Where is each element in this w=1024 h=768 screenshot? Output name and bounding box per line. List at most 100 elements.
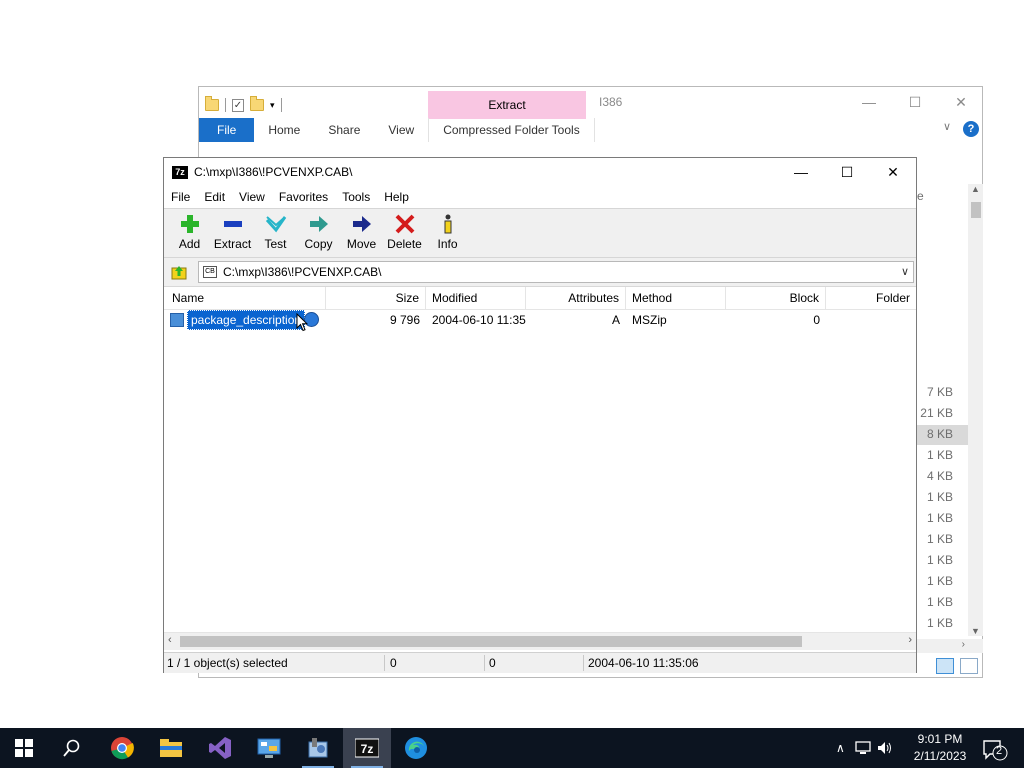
status-bar: 1 / 1 object(s) selected 0 0 2004-06-10 … xyxy=(164,652,916,673)
clock-time: 9:01 PM xyxy=(917,732,963,746)
explorer-horizontal-scrollbar[interactable]: › xyxy=(917,639,983,653)
status-date: 2004-06-10 11:35:06 xyxy=(588,656,699,670)
customize-qat-icon[interactable]: ▾ xyxy=(270,100,275,111)
delete-label: Delete xyxy=(387,237,422,251)
file-size-column: 7 KB 21 KB 8 KB 1 KB 4 KB 1 KB 1 KB 1 KB… xyxy=(909,385,969,645)
tab-file[interactable]: File xyxy=(199,118,255,142)
visual-studio-icon xyxy=(209,737,231,759)
checkmark-icon xyxy=(264,213,288,235)
taskbar-visual-studio[interactable] xyxy=(196,728,244,768)
row-modified: 2004-06-10 11:35 xyxy=(432,313,526,327)
menu-file[interactable]: File xyxy=(164,190,197,204)
up-folder-icon[interactable] xyxy=(170,263,188,281)
taskbar-chrome[interactable] xyxy=(98,728,146,768)
delete-button[interactable]: Delete xyxy=(383,209,426,257)
properties-icon[interactable]: ✓ xyxy=(232,98,244,112)
scroll-right-icon[interactable]: › xyxy=(908,634,912,646)
notification-count: 2 xyxy=(996,745,1003,757)
menu-tools[interactable]: Tools xyxy=(335,190,377,204)
table-row[interactable]: package_description 9 796 2004-06-10 11:… xyxy=(164,310,916,332)
minimize-icon[interactable]: — xyxy=(846,87,892,117)
close-icon[interactable]: ✕ xyxy=(938,87,984,117)
test-label: Test xyxy=(264,237,287,251)
tab-home[interactable]: Home xyxy=(254,118,314,142)
maximize-icon[interactable]: ☐ xyxy=(824,158,870,186)
menu-help[interactable]: Help xyxy=(377,190,416,204)
minimize-icon[interactable]: — xyxy=(778,158,824,186)
start-button[interactable] xyxy=(0,728,48,768)
7zip-title-bar[interactable]: 7z C:\mxp\I386\!PCVENXP.CAB\ — ☐ ✕ xyxy=(164,158,916,186)
ribbon-expand-icon[interactable]: ∨ xyxy=(943,120,951,133)
test-button[interactable]: Test xyxy=(254,209,297,257)
add-button[interactable]: Add xyxy=(168,209,211,257)
clock[interactable]: 9:01 PM 2/11/2023 xyxy=(910,731,970,765)
quick-access-toolbar: ✓ ▾ xyxy=(205,93,282,117)
path-combobox[interactable]: CB C:\mxp\I386\!PCVENXP.CAB\ ∨ xyxy=(198,261,914,283)
scroll-right-icon[interactable]: › xyxy=(962,639,965,650)
taskbar-7zip[interactable]: 7z xyxy=(343,728,391,768)
taskbar-file-explorer[interactable] xyxy=(147,728,195,768)
status-selected: 1 / 1 object(s) selected xyxy=(167,656,288,670)
row-name[interactable]: package_description xyxy=(187,310,306,330)
column-method[interactable]: Method xyxy=(626,287,726,309)
info-icon xyxy=(436,213,460,235)
caption-buttons: — ☐ ✕ xyxy=(778,158,916,186)
file-list: Name Size Modified Attributes Method Blo… xyxy=(164,286,916,653)
notification-center-button[interactable]: 2 xyxy=(978,734,1008,762)
7zip-app-icon[interactable]: 7z xyxy=(172,165,188,179)
tools-icon xyxy=(308,738,328,758)
move-button[interactable]: Move xyxy=(340,209,383,257)
menu-favorites[interactable]: Favorites xyxy=(272,190,335,204)
details-view-icon[interactable] xyxy=(936,658,954,674)
move-arrow-icon xyxy=(350,213,374,235)
tab-view[interactable]: View xyxy=(374,118,428,142)
explorer-ribbon-tabs: File Home Share View Compressed Folder T… xyxy=(199,118,982,142)
search-button[interactable] xyxy=(48,728,96,768)
close-icon[interactable]: ✕ xyxy=(870,158,916,186)
scroll-up-icon[interactable]: ▲ xyxy=(971,184,980,194)
column-attributes[interactable]: Attributes xyxy=(526,287,626,309)
list-header: Name Size Modified Attributes Method Blo… xyxy=(164,287,916,310)
explorer-window-title: I386 xyxy=(599,95,623,109)
status-packed: 0 xyxy=(489,656,496,670)
tab-compressed-folder-tools[interactable]: Compressed Folder Tools xyxy=(428,118,595,142)
svg-text:7z: 7z xyxy=(361,742,374,756)
file-icon xyxy=(170,313,184,327)
archive-icon: CB xyxy=(203,266,217,278)
scroll-left-icon[interactable]: ‹ xyxy=(168,634,172,646)
help-icon[interactable]: ? xyxy=(963,121,979,137)
taskbar-edge[interactable] xyxy=(392,728,440,768)
maximize-icon[interactable]: ☐ xyxy=(892,87,938,117)
scroll-down-icon[interactable]: ▼ xyxy=(971,626,980,636)
column-folder[interactable]: Folder xyxy=(826,287,916,309)
chrome-icon xyxy=(111,737,134,760)
scroll-thumb[interactable] xyxy=(180,636,802,647)
explorer-vertical-scrollbar[interactable]: ▲ ▼ xyxy=(968,184,983,636)
windows-logo-icon xyxy=(15,739,33,757)
address-bar: CB C:\mxp\I386\!PCVENXP.CAB\ ∨ xyxy=(164,259,916,285)
taskbar-tools[interactable] xyxy=(294,728,342,768)
new-folder-icon[interactable] xyxy=(250,96,264,111)
show-hidden-icons-icon[interactable]: ∧ xyxy=(836,741,845,755)
copy-button[interactable]: Copy xyxy=(297,209,340,257)
info-button[interactable]: Info xyxy=(426,209,469,257)
volume-icon xyxy=(877,742,891,754)
extract-label: Extract xyxy=(213,237,252,251)
status-divider xyxy=(583,655,584,671)
column-block[interactable]: Block xyxy=(726,287,826,309)
folder-icon[interactable] xyxy=(205,96,219,111)
chevron-down-icon[interactable]: ∨ xyxy=(901,265,909,278)
scroll-thumb[interactable] xyxy=(971,202,981,218)
tab-share[interactable]: Share xyxy=(314,118,374,142)
extract-contextual-tab[interactable]: Extract xyxy=(428,91,586,119)
large-icons-view-icon[interactable] xyxy=(960,658,978,674)
plus-icon xyxy=(178,213,202,235)
column-name[interactable]: Name xyxy=(164,287,326,309)
horizontal-scrollbar[interactable]: ‹ › xyxy=(164,632,916,650)
menu-edit[interactable]: Edit xyxy=(197,190,232,204)
extract-button[interactable]: Extract xyxy=(211,209,254,257)
column-modified[interactable]: Modified xyxy=(426,287,526,309)
menu-view[interactable]: View xyxy=(232,190,272,204)
taskbar-control-panel[interactable] xyxy=(245,728,293,768)
column-size[interactable]: Size xyxy=(326,287,426,309)
